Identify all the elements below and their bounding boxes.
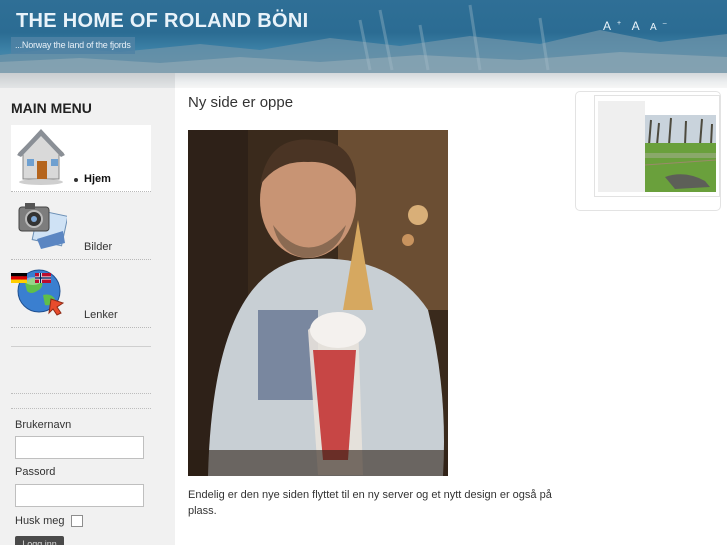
sidebar-divider [11, 393, 151, 394]
username-label: Brukernavn [15, 419, 72, 431]
remember-me-label: Husk meg [15, 515, 65, 527]
font-decrease-label: A [650, 22, 657, 33]
username-field[interactable] [15, 436, 144, 459]
font-decrease-sup: – [662, 20, 667, 27]
german-flag-icon[interactable] [11, 273, 27, 283]
font-increase-button[interactable]: A + [603, 19, 621, 33]
article-photo [188, 130, 448, 476]
font-increase-sup: + [617, 20, 622, 27]
article-text: Endelig er den nye siden flyttet til en … [188, 489, 552, 517]
login-button[interactable]: Logg inn [15, 536, 64, 545]
site-header: THE HOME OF ROLAND BÖNI ...Norway the la… [0, 0, 727, 73]
font-decrease-button[interactable]: A – [650, 19, 667, 33]
sidebar-divider [11, 346, 151, 347]
norwegian-flag-icon[interactable] [35, 273, 51, 283]
password-field[interactable] [15, 484, 144, 507]
sidebar-top-bar [0, 73, 175, 88]
password-label: Passord [15, 466, 56, 478]
sidebar-item-lenker[interactable]: Lenker [11, 261, 151, 328]
font-reset-button[interactable]: A [632, 19, 640, 33]
sidebar-item-label: Bilder [84, 241, 113, 253]
site-title[interactable]: THE HOME OF ROLAND BÖNI [16, 10, 308, 33]
sidebar-item-label: Hjem [84, 173, 111, 185]
sidebar-item-bilder[interactable]: Bilder [11, 193, 151, 260]
sidebar-item-label: Lenker [84, 309, 118, 321]
sidebar-divider [11, 408, 151, 409]
main-menu-title: MAIN MENU [11, 100, 92, 116]
active-bullet [74, 178, 78, 182]
article-title: Ny side er oppe [188, 94, 294, 111]
font-increase-label: A [603, 19, 612, 33]
house-icon [17, 129, 65, 185]
globe-icon [17, 269, 65, 316]
font-size-controls: A + A A – [603, 17, 673, 35]
camera-icon [18, 203, 67, 249]
remember-me-checkbox[interactable] [71, 515, 83, 527]
sidebar-item-hjem[interactable]: Hjem [11, 125, 151, 192]
park-thumbnail[interactable] [645, 115, 716, 192]
site-tagline: ...Norway the land of the fjords [11, 37, 135, 54]
slider-placeholder [598, 101, 645, 192]
